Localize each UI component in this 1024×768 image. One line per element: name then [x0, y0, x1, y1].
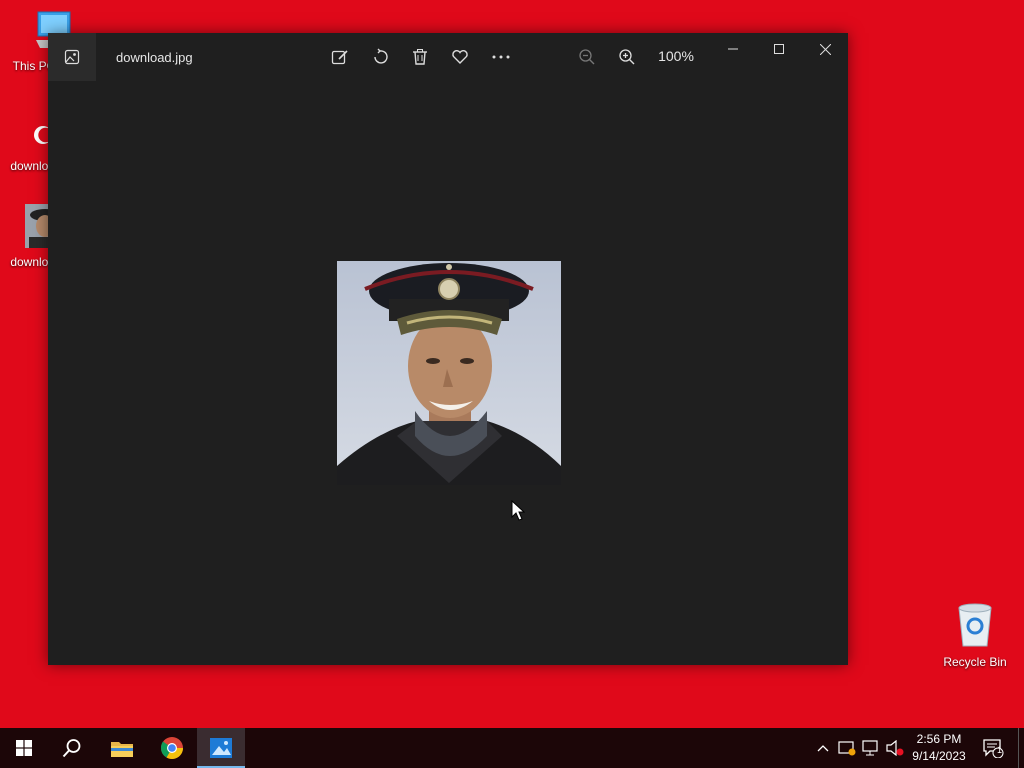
maximize-icon	[774, 44, 784, 54]
rotate-icon	[374, 48, 388, 64]
soldier-portrait-image	[337, 261, 561, 485]
photos-taskbar-button[interactable]	[197, 728, 245, 768]
desktop-icon-label: Recycle Bin	[943, 655, 1007, 669]
action-center-button[interactable]: 1	[978, 728, 1008, 768]
show-hidden-icons-button[interactable]	[814, 728, 832, 768]
start-button[interactable]	[0, 728, 48, 768]
clock-date: 9/14/2023	[912, 749, 966, 763]
heart-icon	[452, 50, 468, 64]
network-tray-button[interactable]	[860, 728, 882, 768]
recycle-bin-icon	[958, 603, 992, 647]
taskbar: 2:56 PM 9/14/2023 1	[0, 728, 1024, 768]
zoom-out-icon	[579, 49, 595, 65]
file-explorer-icon	[111, 742, 133, 757]
displayed-photo	[337, 261, 561, 485]
security-warning-icon	[838, 741, 856, 756]
show-desktop-button[interactable]	[1018, 728, 1024, 768]
file-name: download.jpg	[116, 50, 193, 65]
clock[interactable]: 2:56 PM 9/14/2023	[906, 731, 972, 765]
file-explorer-button[interactable]	[98, 728, 146, 768]
minimize-icon	[728, 48, 738, 50]
photo-app-icon	[64, 49, 80, 65]
zoom-out-button[interactable]	[571, 43, 603, 71]
notification-count: 1	[997, 745, 1003, 755]
zoom-in-icon	[619, 49, 635, 65]
photos-icon	[210, 738, 232, 758]
mouse-cursor-icon	[511, 500, 525, 521]
delete-icon	[413, 49, 427, 65]
photos-app-button[interactable]	[48, 33, 96, 81]
delete-button[interactable]	[404, 43, 436, 71]
minimize-button[interactable]	[710, 33, 756, 65]
close-icon	[819, 43, 831, 55]
edit-image-icon	[331, 50, 348, 65]
more-options-button[interactable]	[485, 43, 517, 71]
maximize-button[interactable]	[756, 33, 802, 65]
chevron-up-icon	[817, 745, 829, 752]
search-button[interactable]	[48, 728, 96, 768]
security-tray-button[interactable]	[836, 728, 858, 768]
favorite-button[interactable]	[444, 43, 476, 71]
windows-start-icon	[16, 740, 32, 756]
desktop-icon-recycle-bin[interactable]: Recycle Bin	[938, 602, 1012, 669]
volume-muted-icon	[886, 740, 904, 756]
chrome-icon	[160, 737, 183, 759]
zoom-level[interactable]: 100%	[652, 48, 700, 64]
rotate-button[interactable]	[364, 43, 396, 71]
photos-window: download.jpg 100%	[48, 33, 848, 665]
close-button[interactable]	[802, 33, 848, 65]
edit-image-button[interactable]	[324, 43, 356, 71]
title-bar: download.jpg 100%	[48, 33, 848, 81]
zoom-in-button[interactable]	[611, 43, 643, 71]
search-icon	[62, 739, 81, 758]
volume-tray-button[interactable]	[884, 728, 906, 768]
more-icon	[492, 55, 510, 59]
network-icon	[862, 740, 878, 756]
chrome-button[interactable]	[148, 728, 196, 768]
clock-time: 2:56 PM	[916, 732, 962, 746]
